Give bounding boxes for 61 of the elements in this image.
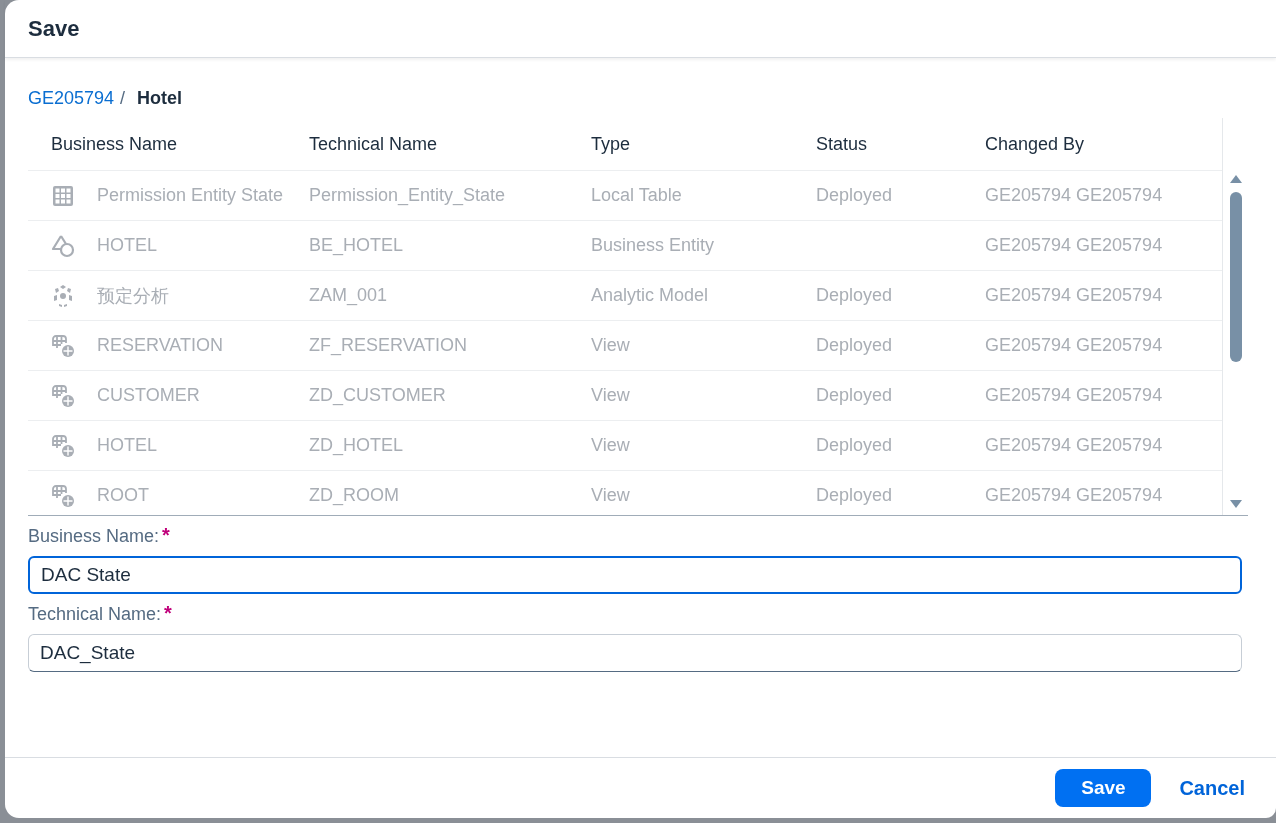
table-cell-text: ZAM_001 bbox=[309, 285, 389, 306]
table-cell-text: ZD_CUSTOMER bbox=[309, 385, 447, 406]
view-grid-icon bbox=[51, 333, 75, 358]
text-input-field[interactable]: DAC_State bbox=[28, 634, 1242, 672]
view-grid-icon bbox=[51, 433, 75, 458]
table-cell-text: View bbox=[591, 385, 631, 406]
table-cell-text: Deployed bbox=[816, 385, 894, 406]
table-cell-text: Local Table bbox=[591, 185, 683, 206]
table-cell: HOTEL bbox=[97, 435, 157, 456]
cube-icon bbox=[51, 283, 75, 308]
table-cell-text: Business Entity bbox=[591, 235, 716, 256]
table-cell-text: View bbox=[591, 335, 631, 356]
shapes-icon bbox=[51, 233, 75, 258]
table-cell-text: Permission_Entity_State bbox=[309, 185, 507, 206]
table-cell-text: GE205794 GE205794 bbox=[985, 435, 1164, 456]
table-cell-text: GE205794 GE205794 bbox=[985, 185, 1164, 206]
table-cell: HOTEL bbox=[97, 235, 157, 256]
table-cell-text: View bbox=[591, 435, 631, 456]
table-cell-text: Analytic Model bbox=[591, 285, 710, 306]
table-cell-text: Deployed bbox=[816, 485, 894, 506]
view-grid-icon bbox=[51, 483, 75, 508]
column-header: Business Name bbox=[50, 133, 179, 155]
text-input-field[interactable]: DAC State bbox=[28, 556, 1242, 594]
table-cell-text: Deployed bbox=[816, 285, 894, 306]
table-cell-text: Deployed bbox=[816, 185, 894, 206]
column-header: Changed By bbox=[985, 133, 1086, 155]
cancel-button[interactable]: Cancel bbox=[1179, 776, 1245, 800]
table-cell-text: GE205794 GE205794 bbox=[985, 235, 1164, 256]
breadcrumb-separator: / bbox=[120, 88, 126, 109]
table-cell-text: GE205794 GE205794 bbox=[985, 335, 1164, 356]
required-mark: * bbox=[164, 602, 172, 625]
table-cell-text: View bbox=[591, 485, 631, 506]
breadcrumb-link[interactable]: GE205794 bbox=[28, 88, 115, 109]
table-cell-text: Deployed bbox=[816, 435, 894, 456]
table-cell-text: 预定分析 bbox=[97, 284, 169, 308]
field-label: Business Name: bbox=[28, 526, 160, 547]
table-cell-text: ZD_HOTEL bbox=[309, 435, 405, 456]
table-cell-text: GE205794 GE205794 bbox=[985, 285, 1164, 306]
table-cell: Permission Entity State bbox=[97, 185, 284, 206]
scroll-down-arrow-icon[interactable] bbox=[1228, 499, 1243, 509]
column-header: Technical Name bbox=[309, 133, 439, 155]
scroll-up-arrow-icon[interactable] bbox=[1228, 174, 1243, 184]
column-header: Type bbox=[591, 133, 632, 155]
required-mark: * bbox=[162, 524, 170, 547]
table-cell: RESERVATION bbox=[97, 335, 224, 356]
dialog-title: Save bbox=[28, 15, 80, 42]
view-grid-icon bbox=[51, 383, 75, 408]
table-cell: ROOT bbox=[97, 485, 149, 506]
field-label: Technical Name: bbox=[28, 604, 162, 625]
table-cell-text: GE205794 GE205794 bbox=[985, 385, 1164, 406]
table-cell-text: ZD_ROOM bbox=[309, 485, 400, 506]
breadcrumb-current: Hotel bbox=[137, 88, 183, 109]
table-grid-icon bbox=[51, 183, 75, 208]
table-cell-text: GE205794 GE205794 bbox=[985, 485, 1164, 506]
table-cell: CUSTOMER bbox=[97, 385, 200, 406]
table-cell-text: Deployed bbox=[816, 335, 894, 356]
column-header: Status bbox=[816, 133, 869, 155]
table-cell-text: ZF_RESERVATION bbox=[309, 335, 469, 356]
save-button[interactable]: Save bbox=[1055, 769, 1152, 807]
scrollbar-thumb[interactable] bbox=[1229, 192, 1242, 362]
table-cell-text: BE_HOTEL bbox=[309, 235, 405, 256]
